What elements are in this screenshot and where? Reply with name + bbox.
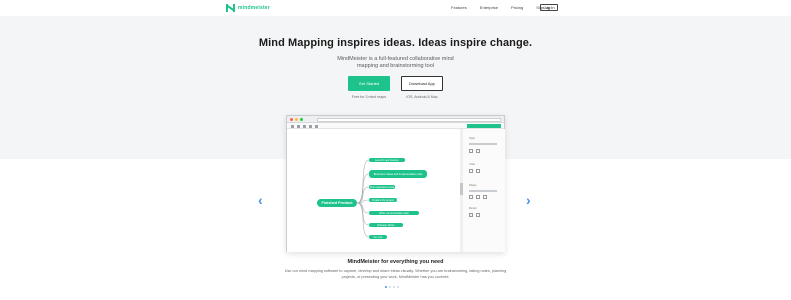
hero-subline: MindMeister is a full-featured collabora… xyxy=(337,56,454,62)
color-icon xyxy=(476,169,480,173)
minimize-dot-icon xyxy=(295,118,298,121)
maximize-dot-icon xyxy=(300,118,303,121)
sidebar-row xyxy=(469,190,497,192)
carousel-dot[interactable] xyxy=(393,286,395,288)
toolbar-icon xyxy=(291,124,294,128)
sidebar-label: Shape xyxy=(469,184,477,187)
nav-link-pricing[interactable]: Pricing xyxy=(511,5,523,10)
border-icon xyxy=(469,213,473,217)
download-app-button[interactable]: Download App xyxy=(401,76,443,91)
carousel-dots xyxy=(385,286,399,288)
brand-logo[interactable]: mindmeister xyxy=(226,4,270,12)
get-started-button[interactable]: Get Started xyxy=(348,76,390,91)
sidebar-label: Color xyxy=(469,163,476,166)
nav-link-features[interactable]: Features xyxy=(451,5,467,10)
carousel-text-2: projects, or presenting your work, MindM… xyxy=(341,275,450,279)
shape-icon xyxy=(483,195,487,199)
brand-name: mindmeister xyxy=(238,5,270,11)
close-dot-icon xyxy=(290,118,293,121)
carousel-text: Use our mind mapping software to capture… xyxy=(284,269,507,273)
sidebar-scrollbar xyxy=(460,129,463,252)
style-sidebar: Style Color Shape Border xyxy=(460,129,505,252)
mindmap-branch-node: Go Live xyxy=(369,235,387,239)
toolbar-icon xyxy=(297,124,300,128)
hero-headline: Mind Mapping inspires ideas. Ideas inspi… xyxy=(258,37,533,49)
toolbar-icon xyxy=(315,124,318,128)
sidebar-label: Border xyxy=(469,207,477,210)
mindmap-canvas: Finished Product Launch new Feature Brai… xyxy=(287,129,460,252)
page: mindmeister Features Enterprise Pricing … xyxy=(0,0,791,300)
mindmap-root-node: Finished Product xyxy=(317,199,357,207)
nav-link-enterprise[interactable]: Enterprise xyxy=(480,5,498,10)
style-icon xyxy=(476,149,480,153)
nav-links: Features Enterprise Pricing Sign Up xyxy=(451,5,551,10)
carousel-title: MindMeister for everything you need xyxy=(347,259,444,265)
mindmap-branch-node: Run regression tests xyxy=(369,185,395,189)
top-nav: mindmeister Features Enterprise Pricing … xyxy=(0,0,791,16)
mindmap-branch-node: Launch new Feature xyxy=(369,158,405,162)
mindmap-branch-node: Write communication plan xyxy=(369,211,419,215)
share-button xyxy=(467,124,501,128)
toolbar-icon xyxy=(309,124,312,128)
browser-titlebar xyxy=(287,116,504,123)
mindmap-branch-node: Finalize the project xyxy=(369,198,397,202)
carousel-dot[interactable] xyxy=(397,286,399,288)
toolbar-icon xyxy=(303,124,306,128)
color-icon xyxy=(469,169,473,173)
primary-button-note: Free for 3 mind maps xyxy=(351,95,387,99)
address-bar xyxy=(317,117,501,122)
sidebar-label: Style xyxy=(469,137,475,140)
style-icon xyxy=(469,149,473,153)
shape-icon xyxy=(469,195,473,199)
carousel-dot[interactable] xyxy=(385,286,387,288)
app-screenshot: Finished Product Launch new Feature Brai… xyxy=(286,115,505,252)
chevron-left-icon[interactable]: ‹ xyxy=(258,192,263,208)
secondary-button-note: iOS, Android & Mac xyxy=(406,95,438,99)
mindmap-connectors xyxy=(356,159,370,238)
shape-icon xyxy=(476,195,480,199)
carousel-dot[interactable] xyxy=(389,286,391,288)
scrollbar-thumb xyxy=(460,183,463,195)
mindmap-branch-node: Brainstorm ideas and Implementation plan xyxy=(369,170,427,178)
login-button[interactable]: Log In xyxy=(540,4,558,11)
logo-icon xyxy=(226,4,235,12)
chevron-right-icon[interactable]: › xyxy=(526,192,531,208)
mindmap-branch-node: Release Notes xyxy=(369,223,403,227)
hero-subline-2: mapping and brainstorming tool xyxy=(356,63,435,69)
sidebar-row xyxy=(469,143,497,145)
border-icon xyxy=(476,213,480,217)
